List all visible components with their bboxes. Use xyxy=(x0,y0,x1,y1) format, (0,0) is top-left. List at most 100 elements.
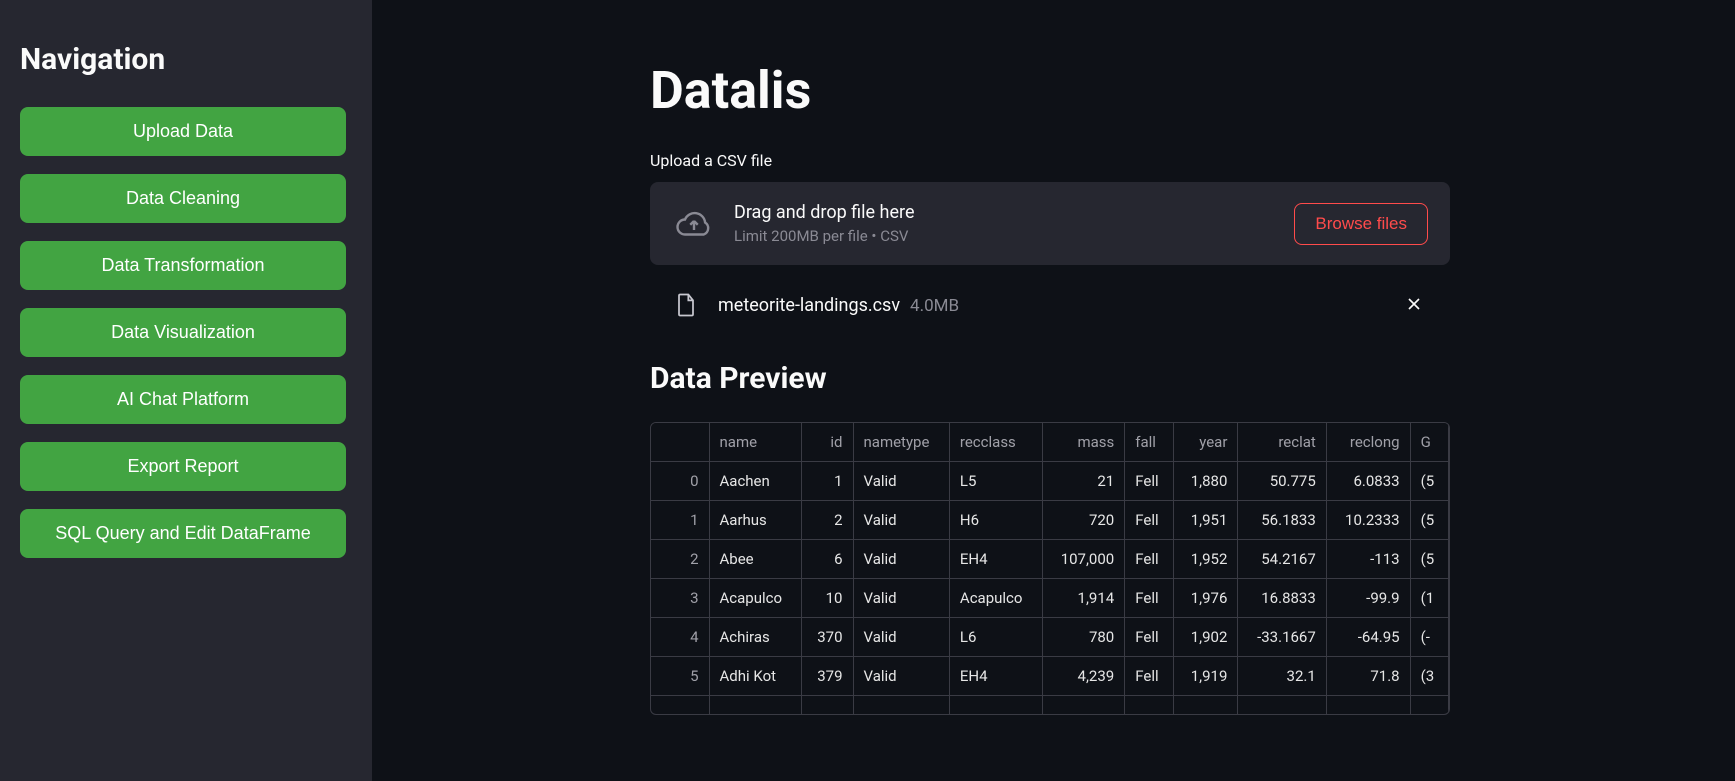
table-cell: 32.1 xyxy=(1238,657,1326,696)
table-cell: 54.2167 xyxy=(1238,540,1326,579)
table-cell: 56.1833 xyxy=(1238,501,1326,540)
table-cell: -99.9 xyxy=(1326,579,1410,618)
table-cell: Valid xyxy=(853,579,949,618)
table-cell: Acapulco xyxy=(949,579,1042,618)
table-cell: Valid xyxy=(853,462,949,501)
data-preview-title: Data Preview xyxy=(650,361,1450,396)
col-year: year xyxy=(1174,423,1238,462)
table-cell: 1 xyxy=(802,462,853,501)
table-cell: (- xyxy=(1410,618,1448,657)
col-reclat: reclat xyxy=(1238,423,1326,462)
table-cell: 5 xyxy=(651,657,709,696)
table-cell: 6.0833 xyxy=(1326,462,1410,501)
table-cell: 1,914 xyxy=(1042,579,1125,618)
table-cell: Acapulco xyxy=(709,579,802,618)
table-cell: (3 xyxy=(1410,657,1448,696)
table-cell: 2 xyxy=(651,540,709,579)
nav-data-transformation[interactable]: Data Transformation xyxy=(20,241,346,290)
table-cell: 379 xyxy=(802,657,853,696)
remove-file-button[interactable] xyxy=(1400,290,1428,321)
table-header-row: name id nametype recclass mass fall year… xyxy=(651,423,1449,462)
table-cell: 3 xyxy=(651,579,709,618)
table-row[interactable]: 0Aachen1ValidL521Fell1,88050.7756.0833(5 xyxy=(651,462,1449,501)
table-cell: 10.2333 xyxy=(1326,501,1410,540)
table-cell: 16.8833 xyxy=(1238,579,1326,618)
table-cell: Adhi Kot xyxy=(709,657,802,696)
table-cell: (1 xyxy=(1410,579,1448,618)
table-cell: Valid xyxy=(853,657,949,696)
table-cell: Valid xyxy=(853,501,949,540)
table-row xyxy=(651,696,1449,715)
col-fall: fall xyxy=(1125,423,1174,462)
col-index xyxy=(651,423,709,462)
table-cell: EH4 xyxy=(949,540,1042,579)
table-cell: 2 xyxy=(802,501,853,540)
table-row[interactable]: 5Adhi Kot379ValidEH44,239Fell1,91932.171… xyxy=(651,657,1449,696)
table-cell: Fell xyxy=(1125,462,1174,501)
table-cell: Aachen xyxy=(709,462,802,501)
table-cell: 1,902 xyxy=(1174,618,1238,657)
dropzone-title: Drag and drop file here xyxy=(734,202,1276,223)
table-cell: Abee xyxy=(709,540,802,579)
table-cell: EH4 xyxy=(949,657,1042,696)
file-dropzone[interactable]: Drag and drop file here Limit 200MB per … xyxy=(650,182,1450,265)
file-icon xyxy=(672,289,700,321)
file-size: 4.0MB xyxy=(910,296,959,316)
table-cell: 4,239 xyxy=(1042,657,1125,696)
main-content: Datalis Upload a CSV file Drag and drop … xyxy=(372,0,1735,781)
table-cell: 21 xyxy=(1042,462,1125,501)
table-cell: 1,951 xyxy=(1174,501,1238,540)
data-preview-table[interactable]: name id nametype recclass mass fall year… xyxy=(650,422,1450,715)
upload-label: Upload a CSV file xyxy=(650,151,1450,170)
close-icon xyxy=(1404,294,1424,317)
table-cell: Fell xyxy=(1125,501,1174,540)
table-row[interactable]: 2Abee6ValidEH4107,000Fell1,95254.2167-11… xyxy=(651,540,1449,579)
table-cell: Fell xyxy=(1125,579,1174,618)
table-cell: 4 xyxy=(651,618,709,657)
table-cell: (5 xyxy=(1410,462,1448,501)
nav-export-report[interactable]: Export Report xyxy=(20,442,346,491)
table-cell: (5 xyxy=(1410,501,1448,540)
table-cell: Aarhus xyxy=(709,501,802,540)
col-mass: mass xyxy=(1042,423,1125,462)
browse-files-button[interactable]: Browse files xyxy=(1294,203,1428,245)
table-cell: 1,976 xyxy=(1174,579,1238,618)
nav-sql-query[interactable]: SQL Query and Edit DataFrame xyxy=(20,509,346,558)
dropzone-subtitle: Limit 200MB per file • CSV xyxy=(734,227,1276,245)
col-geolocation: G xyxy=(1410,423,1448,462)
nav-data-visualization[interactable]: Data Visualization xyxy=(20,308,346,357)
app-title: Datalis xyxy=(650,60,1450,121)
table-cell: 10 xyxy=(802,579,853,618)
nav-upload-data[interactable]: Upload Data xyxy=(20,107,346,156)
table-cell: 6 xyxy=(802,540,853,579)
col-recclass: recclass xyxy=(949,423,1042,462)
col-id: id xyxy=(802,423,853,462)
table-cell: 71.8 xyxy=(1326,657,1410,696)
table-cell: 50.775 xyxy=(1238,462,1326,501)
table-row[interactable]: 4Achiras370ValidL6780Fell1,902-33.1667-6… xyxy=(651,618,1449,657)
col-reclong: reclong xyxy=(1326,423,1410,462)
table-row[interactable]: 3Acapulco10ValidAcapulco1,914Fell1,97616… xyxy=(651,579,1449,618)
sidebar: Navigation Upload Data Data Cleaning Dat… xyxy=(0,0,372,781)
table-cell: -33.1667 xyxy=(1238,618,1326,657)
nav-data-cleaning[interactable]: Data Cleaning xyxy=(20,174,346,223)
col-name: name xyxy=(709,423,802,462)
table-row[interactable]: 1Aarhus2ValidH6720Fell1,95156.183310.233… xyxy=(651,501,1449,540)
sidebar-title: Navigation xyxy=(20,42,352,77)
table-cell: 1,880 xyxy=(1174,462,1238,501)
table-cell: Fell xyxy=(1125,657,1174,696)
nav-ai-chat-platform[interactable]: AI Chat Platform xyxy=(20,375,346,424)
table-cell: -64.95 xyxy=(1326,618,1410,657)
table-cell: L5 xyxy=(949,462,1042,501)
table-cell: H6 xyxy=(949,501,1042,540)
table-cell: 370 xyxy=(802,618,853,657)
table-cell: Achiras xyxy=(709,618,802,657)
table-cell: 107,000 xyxy=(1042,540,1125,579)
table-cell: 1,919 xyxy=(1174,657,1238,696)
table-cell: L6 xyxy=(949,618,1042,657)
table-cell: 1 xyxy=(651,501,709,540)
table-cell: Valid xyxy=(853,618,949,657)
table-cell: 0 xyxy=(651,462,709,501)
table-cell: (5 xyxy=(1410,540,1448,579)
table-cell: 1,952 xyxy=(1174,540,1238,579)
